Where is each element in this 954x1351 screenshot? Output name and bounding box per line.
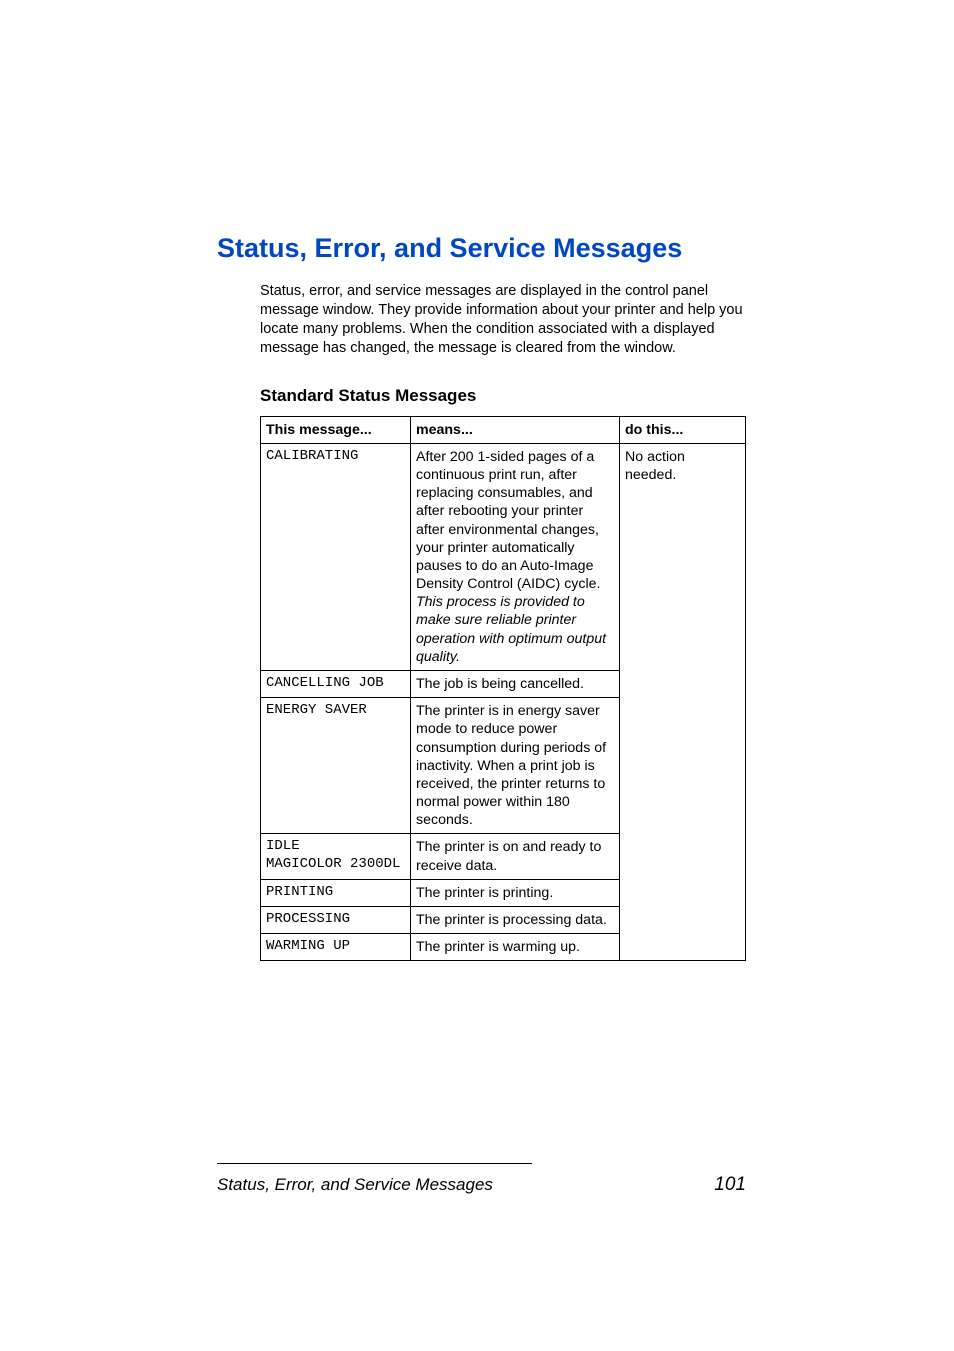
footer-section-title: Status, Error, and Service Messages xyxy=(217,1175,493,1195)
action-cell: No action needed. xyxy=(620,443,746,960)
means-cell: The job is being cancelled. xyxy=(411,671,620,698)
msg-line: MAGICOLOR 2300DL xyxy=(266,856,405,874)
col-header-dothis: do this... xyxy=(620,416,746,443)
col-header-means: means... xyxy=(411,416,620,443)
msg-cell: ENERGY SAVER xyxy=(261,698,411,834)
means-cell: The printer is in energy saver mode to r… xyxy=(411,698,620,834)
means-cell: The printer is warming up. xyxy=(411,934,620,961)
means-cell: The printer is processing data. xyxy=(411,906,620,933)
col-header-message: This message... xyxy=(261,416,411,443)
msg-cell: PRINTING xyxy=(261,879,411,906)
means-cell: After 200 1-sided pages of a continuous … xyxy=(411,443,620,670)
table-row: CALIBRATING After 200 1-sided pages of a… xyxy=(261,443,746,670)
msg-cell: WARMING UP xyxy=(261,934,411,961)
section-title: Standard Status Messages xyxy=(260,386,746,406)
msg-line: IDLE xyxy=(266,838,405,856)
table-header-row: This message... means... do this... xyxy=(261,416,746,443)
msg-cell: CALIBRATING xyxy=(261,443,411,670)
means-text: After 200 1-sided pages of a continuous … xyxy=(416,449,600,592)
means-cell: The printer is on and ready to receive d… xyxy=(411,834,620,879)
footer-rule xyxy=(217,1163,532,1164)
msg-cell: CANCELLING JOB xyxy=(261,671,411,698)
page-number: 101 xyxy=(714,1174,746,1196)
page-footer: Status, Error, and Service Messages 101 xyxy=(217,1163,746,1196)
means-cell: The printer is printing. xyxy=(411,879,620,906)
intro-paragraph: Status, error, and service messages are … xyxy=(260,282,746,357)
msg-cell: PROCESSING xyxy=(261,906,411,933)
status-messages-table: This message... means... do this... CALI… xyxy=(260,416,746,961)
msg-cell: IDLE MAGICOLOR 2300DL xyxy=(261,834,411,879)
means-text-italic: This process is provided to make sure re… xyxy=(416,594,606,665)
page-title: Status, Error, and Service Messages xyxy=(217,232,746,264)
